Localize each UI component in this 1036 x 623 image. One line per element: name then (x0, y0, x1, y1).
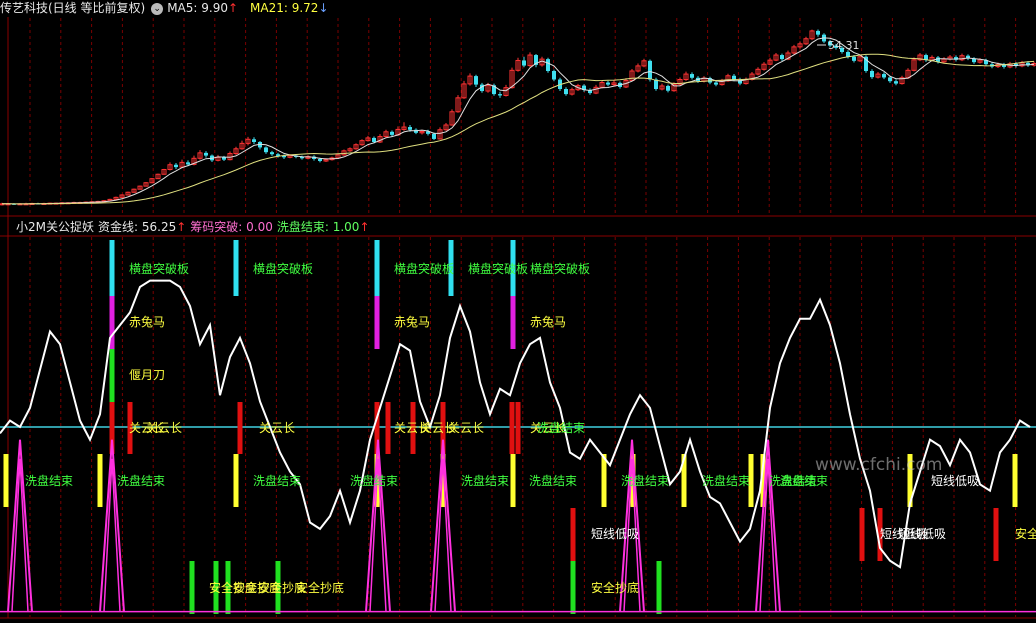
zijin-arrow-icon: ↑ (176, 220, 187, 234)
candle-down (732, 75, 736, 80)
signal-label: 洗盘结束 (350, 474, 399, 488)
signal-label: 偃月刀 (129, 368, 166, 382)
candle-down (186, 162, 190, 165)
signal-label: 关云长 (259, 421, 296, 435)
signal-label: 横盘突破板 (129, 262, 190, 276)
signal-label: 洗盘结束 (461, 474, 510, 488)
signal-label: 横盘突破板 (253, 262, 314, 276)
candle-down (882, 74, 886, 78)
signal-bar (109, 349, 115, 402)
signal-label: 洗盘结束 (25, 474, 74, 488)
candle-down (432, 133, 436, 139)
xipan-value: 洗盘结束: 1.00 (276, 220, 360, 234)
ma21-arrow-icon: ↓ (318, 1, 329, 15)
signal-label: 洗盘结束 (702, 474, 751, 488)
ma5-arrow-icon: ↑ (227, 1, 239, 15)
candle-down (546, 59, 550, 72)
signal-label: 安全抄底 (296, 581, 345, 595)
signal-label: 赤兔马 (129, 315, 166, 329)
signal-bar (510, 296, 516, 349)
watermark: www.cfchi.com (815, 455, 943, 475)
stock-title: 传艺科技(日线 等比前复权) (0, 1, 146, 15)
signal-bar (233, 454, 239, 507)
signal-bar (515, 402, 521, 454)
candle-down (522, 60, 526, 66)
signal-label: 横盘突破板 (394, 262, 455, 276)
candle-down (852, 56, 856, 61)
candle-down (474, 76, 478, 85)
signal-bar (656, 561, 662, 614)
signal-bar (97, 454, 103, 507)
top-panel-header: 传艺科技(日线 等比前复权) ⌄ MA5: 9.90↑ MA21: 9.72↓ (0, 0, 333, 17)
settings-toggle-icon[interactable]: ⌄ (151, 2, 164, 15)
signal-label: 短线低吸 (591, 527, 640, 541)
candle-down (390, 131, 394, 135)
signal-label: 横盘突破板 (530, 262, 591, 276)
candle-down (780, 55, 784, 60)
candle-down (204, 152, 208, 156)
candle-down (666, 85, 670, 91)
signal-label: 关云长 (146, 421, 183, 435)
chouma-value: 筹码突破: 0.00 (190, 220, 273, 234)
signal-label: 洗盘结束 (117, 474, 166, 488)
max-price-annotation: 54.31 (828, 39, 860, 52)
signal-label: 赤兔马 (530, 315, 567, 329)
candle-down (738, 79, 742, 84)
candle-down (714, 82, 718, 85)
candle-down (564, 89, 568, 95)
signal-label: 赤兔马 (394, 315, 431, 329)
signal-bar (385, 402, 391, 454)
signal-bar (109, 240, 115, 296)
candle-down (372, 137, 376, 142)
signal-bar (993, 508, 999, 561)
signal-bar (510, 454, 516, 507)
signal-bar (570, 561, 576, 614)
candle-down (408, 127, 412, 130)
ma5-value: MA5: 9.90 (167, 1, 228, 15)
signal-label: 关云长 (448, 421, 485, 435)
signal-bar (859, 508, 865, 561)
ma21-value: MA21: 9.72 (250, 1, 319, 15)
candle-down (270, 152, 274, 155)
signal-label: 短线低吸 (898, 527, 947, 541)
signal-label: 洗盘结束 (780, 474, 829, 488)
signal-bar (374, 240, 380, 296)
candle-down (252, 139, 256, 142)
signal-bar (233, 240, 239, 296)
signal-bar (1012, 454, 1018, 507)
zijin-value: 资金线: 56.25 (98, 220, 177, 234)
candle-down (690, 74, 694, 78)
candle-down (846, 51, 850, 57)
candle-down (606, 82, 610, 85)
signal-bar (570, 508, 576, 561)
candle-down (552, 71, 556, 80)
signal-bar (601, 454, 607, 507)
signal-label: 洗盘结束 (253, 474, 302, 488)
signal-label: 洗盘结束 (529, 474, 578, 488)
candle-down (264, 147, 268, 153)
bottom-panel-header: 小2M关公捉妖 资金线: 56.25↑ 筹码突破: 0.00 洗盘结束: 1.00↑ (0, 219, 374, 236)
signal-bar (3, 454, 9, 507)
signal-label: 短线低吸 (931, 474, 980, 488)
signal-bar (509, 402, 515, 454)
candle-down (174, 164, 178, 168)
candle-down (894, 81, 898, 84)
candle-down (648, 60, 652, 80)
signal-bar (237, 402, 243, 454)
candle-down (870, 71, 874, 78)
signal-label: 安全抄底 (1015, 527, 1036, 541)
signal-bar (189, 561, 195, 614)
candle-down (816, 30, 820, 35)
candle-down (498, 94, 502, 96)
signal-bar (374, 296, 380, 349)
signal-label: 横盘突破板 (468, 262, 529, 276)
xipan-arrow-icon: ↑ (359, 220, 370, 234)
indicator-name: 小2M关公捉妖 (16, 220, 94, 234)
signal-label: 洗盘结束 (537, 421, 586, 435)
candle-down (318, 158, 322, 162)
signal-label: 安全抄底 (591, 581, 640, 595)
signal-label: 洗盘结束 (621, 474, 670, 488)
candle-down (888, 77, 892, 82)
